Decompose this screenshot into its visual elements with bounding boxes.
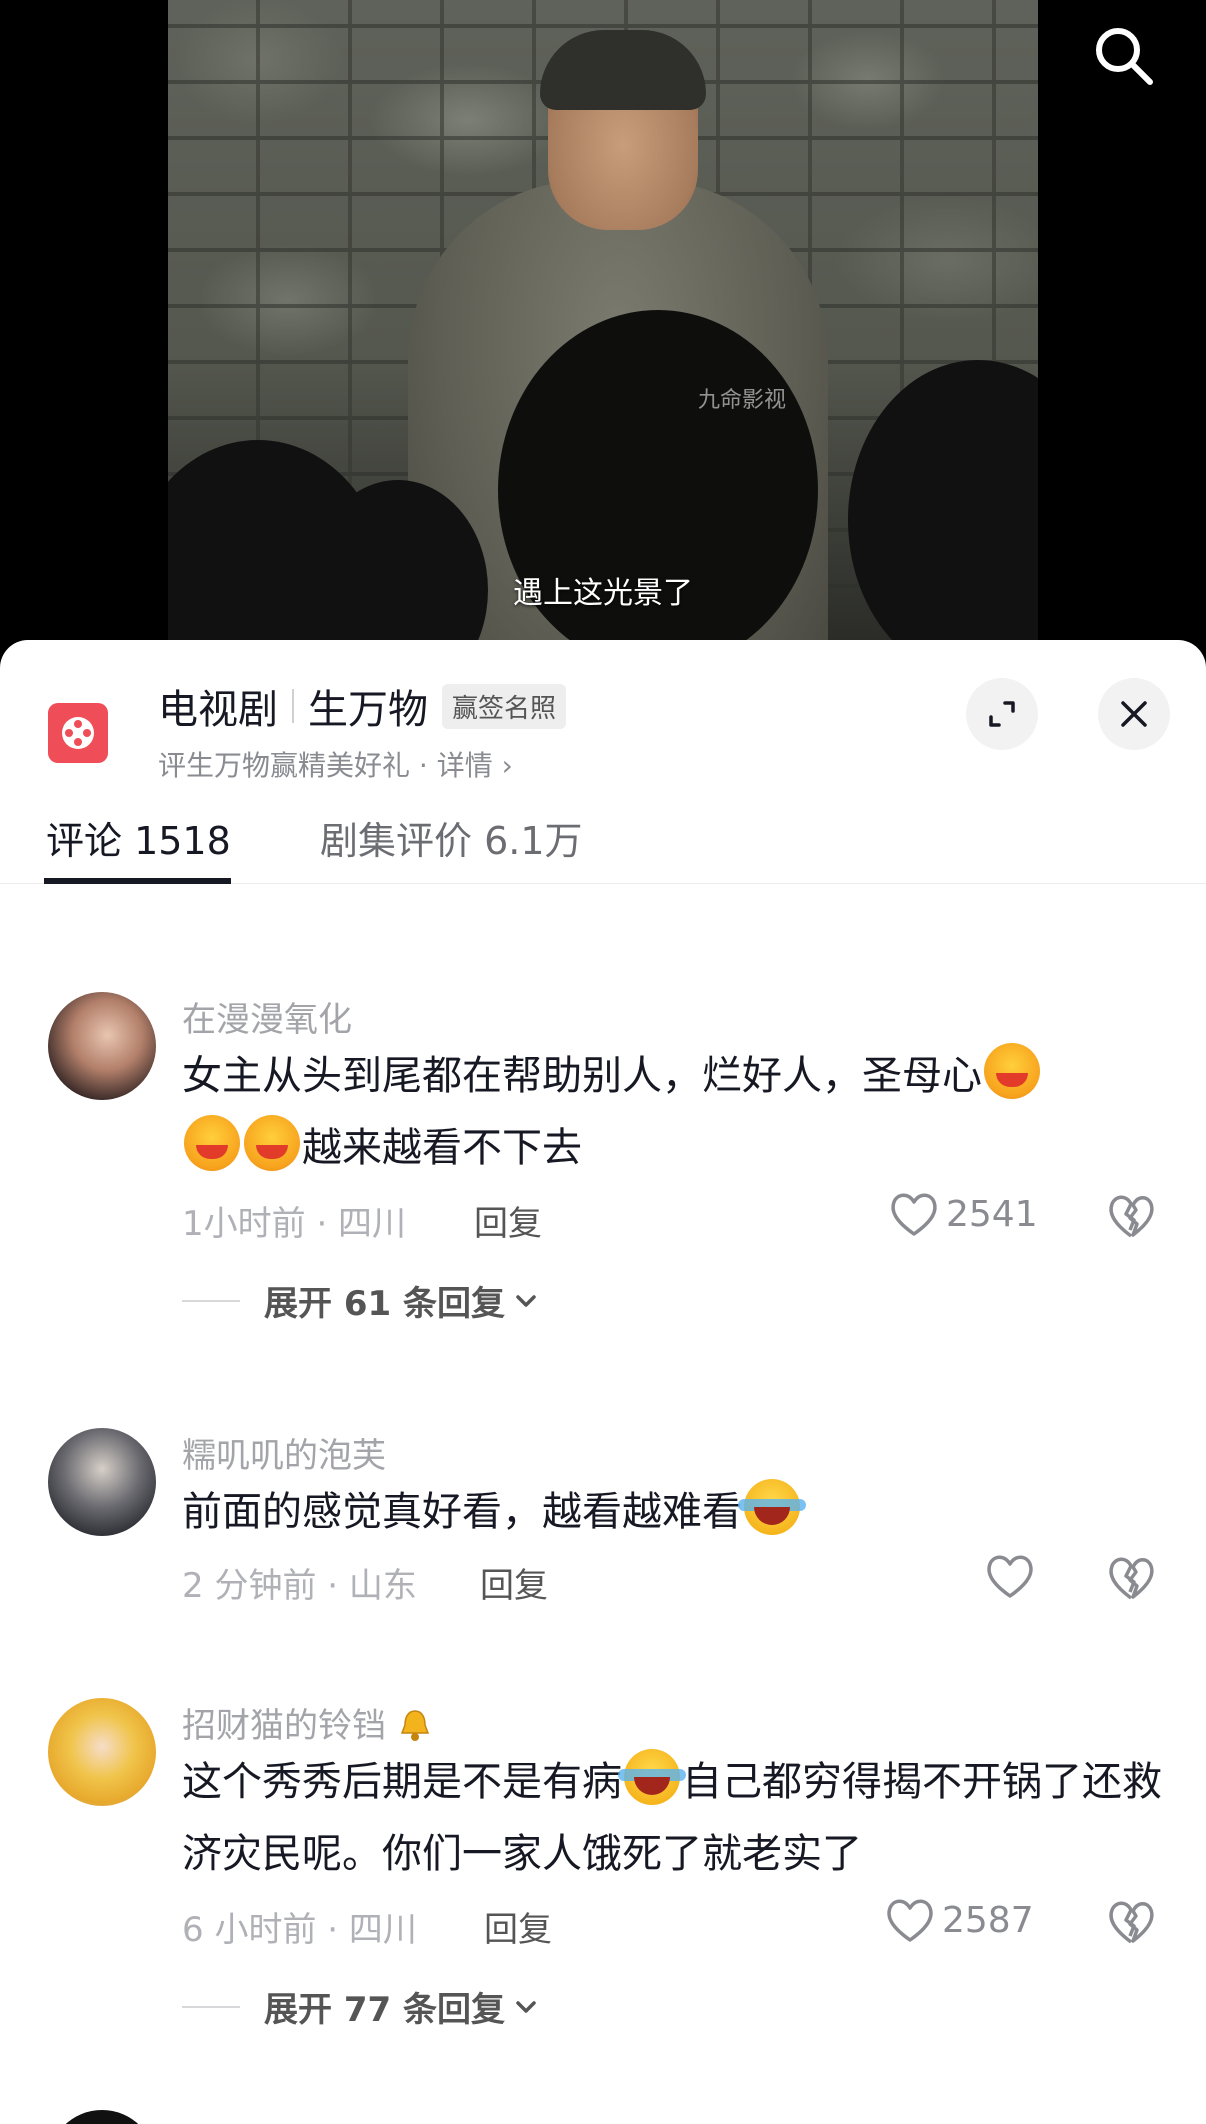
show-title-row[interactable]: 电视剧 生万物 赢签名照 <box>158 678 567 734</box>
expand-divider <box>182 2005 240 2008</box>
laugh-cry-emoji <box>618 1749 686 1805</box>
heart-icon <box>891 1193 937 1236</box>
comment-text-part: 这个秀秀后期是不是有病 <box>182 1759 622 1805</box>
search-button[interactable] <box>1090 22 1158 90</box>
expand-divider <box>182 1299 240 1302</box>
broken-heart-icon <box>1109 1195 1154 1238</box>
tab-bar: 评论 1518 剧集评价 6.1万 <box>0 790 1206 884</box>
comment-text-part: 越来越看不下去 <box>302 1125 582 1171</box>
chevron-down-icon <box>516 1294 536 1307</box>
video-watermark: 九命影视 <box>698 388 787 413</box>
laugh-cry-emoji <box>738 1479 806 1535</box>
comment-username[interactable]: 招财猫的铃铛 <box>182 1698 433 1747</box>
close-icon <box>1121 701 1147 727</box>
bell-icon <box>400 1710 429 1741</box>
dislike-button[interactable] <box>1106 1898 1156 1948</box>
show-category: 电视剧 <box>158 687 278 733</box>
comment-text: 女主从头到尾都在帮助别人，烂好人，圣母心越来越看不下去 <box>182 1040 1162 1184</box>
like-button[interactable]: 2541 <box>888 1190 1038 1238</box>
heart-icon <box>987 1555 1033 1598</box>
tab-series-reviews[interactable]: 剧集评价 6.1万 <box>320 810 583 865</box>
hot-face-emoji <box>184 1115 240 1171</box>
heart-icon <box>887 1899 933 1942</box>
comment-text-part: 女主从头到尾都在帮助别人，烂好人，圣母心 <box>182 1053 982 1099</box>
like-button[interactable] <box>984 1552 1036 1600</box>
avatar[interactable] <box>48 1698 156 1806</box>
video-player[interactable]: 九命影视 遇上这光景了 <box>0 0 1206 660</box>
like-count: 2541 <box>946 1193 1038 1235</box>
expand-replies-button[interactable]: 展开 77 条回复 <box>182 1982 541 2031</box>
show-title: 生万物 <box>308 687 428 733</box>
film-reel-icon <box>62 717 94 749</box>
video-subtitle: 遇上这光景了 <box>513 576 693 611</box>
expand-button[interactable] <box>966 678 1038 750</box>
comment-username[interactable]: 糯叽叽的泡芙 <box>182 1428 386 1477</box>
comment-time-location: 1小时前 · 四川 <box>182 1204 407 1244</box>
dislike-button[interactable] <box>1106 1192 1156 1242</box>
reply-button[interactable]: 回复 <box>480 1558 548 1607</box>
promo-details-link[interactable]: 评生万物赢精美好礼 · 详情 › <box>158 744 513 784</box>
expand-replies-label: 展开 77 条回复 <box>264 1990 505 2030</box>
hot-face-emoji <box>984 1043 1040 1099</box>
like-count: 2587 <box>942 1899 1034 1941</box>
broken-heart-icon <box>1109 1557 1154 1600</box>
tab-comments[interactable]: 评论 1518 <box>46 810 231 865</box>
promo-badge: 赢签名照 <box>442 683 567 729</box>
like-button[interactable]: 2587 <box>884 1896 1034 1944</box>
avatar[interactable] <box>48 2110 156 2124</box>
comment-username-text: 招财猫的铃铛 <box>182 1706 386 1746</box>
chevron-down-icon <box>516 2000 536 2013</box>
show-logo <box>48 703 108 763</box>
video-frame[interactable]: 九命影视 遇上这光景了 <box>168 0 1038 640</box>
comment-username[interactable]: 在漫漫氧化 <box>182 992 352 1041</box>
hot-face-emoji <box>244 1115 300 1171</box>
expand-replies-label: 展开 61 条回复 <box>264 1284 505 1324</box>
expand-replies-button[interactable]: 展开 61 条回复 <box>182 1276 541 1325</box>
close-button[interactable] <box>1098 678 1170 750</box>
reply-button[interactable]: 回复 <box>484 1902 552 1951</box>
comment-text-part: 前面的感觉真好看，越看越难看 <box>182 1489 742 1535</box>
search-icon <box>1096 28 1153 85</box>
title-divider <box>292 689 294 723</box>
avatar[interactable] <box>48 1428 156 1536</box>
sheet-header: 电视剧 生万物 赢签名照 评生万物赢精美好礼 · 详情 › <box>0 640 1206 790</box>
dislike-button[interactable] <box>1106 1554 1156 1604</box>
comment-time-location: 6 小时前 · 四川 <box>182 1910 417 1950</box>
comment-text: 前面的感觉真好看，越看越难看 <box>182 1476 1162 1548</box>
broken-heart-icon <box>1109 1901 1154 1944</box>
expand-icon <box>989 701 1015 727</box>
comment-text: 这个秀秀后期是不是有病 自己都穷得揭不开锅了还救济灾民呢。你们一家人饿死了就老实了 <box>182 1746 1162 1890</box>
avatar[interactable] <box>48 992 156 1100</box>
comment-time-location: 2 分钟前 · 山东 <box>182 1566 417 1606</box>
comment-sheet: 电视剧 生万物 赢签名照 评生万物赢精美好礼 · 详情 › 评论 1518 剧集… <box>0 640 1206 2124</box>
active-tab-indicator <box>44 878 231 884</box>
reply-button[interactable]: 回复 <box>474 1196 542 1245</box>
